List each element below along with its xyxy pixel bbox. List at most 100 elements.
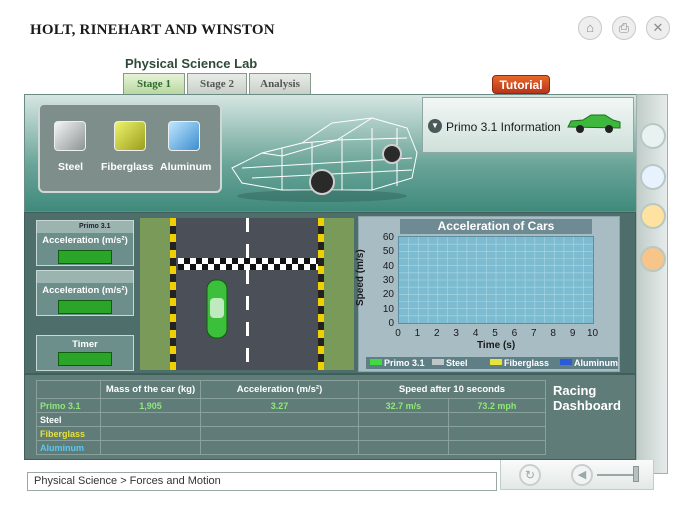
tools-rail: [636, 94, 668, 474]
timer-card: Timer: [36, 335, 134, 371]
breadcrumb: Physical Science > Forces and Motion: [27, 472, 497, 491]
header-acceleration: Acceleration (m/s²): [200, 380, 359, 399]
table-cell: [447, 412, 547, 427]
legend-swatch: [370, 359, 382, 365]
y-tick-label: 40: [382, 260, 394, 272]
x-tick-label: 0: [395, 328, 401, 339]
chart-title: Acceleration of Cars: [400, 219, 592, 234]
results-table: Mass of the car (kg) Acceleration (m/s²)…: [36, 380, 547, 455]
legend-swatch: [560, 359, 572, 365]
table-cell: [358, 440, 449, 455]
speaker-icon[interactable]: ◀: [571, 464, 593, 486]
table-cell: [200, 440, 359, 455]
table-cell: 32.7 m/s: [358, 398, 449, 413]
star-burst-icon[interactable]: [640, 203, 666, 229]
tutorial-button[interactable]: Tutorial: [492, 75, 550, 94]
x-tick-label: 8: [550, 328, 556, 339]
acceleration-label-2: Acceleration (m/s²): [42, 285, 128, 296]
table-cell: [200, 412, 359, 427]
green-car-icon: [567, 114, 621, 133]
publisher-logo: HOLT, RINEHART AND WINSTON: [30, 22, 275, 38]
x-tick-label: 7: [531, 328, 537, 339]
globe-book-icon[interactable]: [640, 164, 666, 190]
primo-acceleration-card: Primo 3.1 Acceleration (m/s²): [36, 220, 134, 266]
aluminum-material-button[interactable]: [168, 121, 200, 151]
table-cell: [100, 440, 201, 455]
y-tick-label: 0: [388, 318, 394, 329]
table-cell: 3.27: [200, 398, 359, 413]
legend-label: Steel: [446, 358, 468, 368]
wireframe-car: [231, 117, 418, 202]
replay-icon[interactable]: ↻: [519, 464, 541, 486]
table-cell: [200, 426, 359, 441]
table-cell: Aluminum: [36, 440, 101, 455]
lab-title: Physical Science Lab: [125, 56, 258, 71]
steel-label: Steel: [58, 161, 84, 173]
dashboard-label: Dashboard: [553, 398, 621, 413]
legend-swatch: [490, 359, 502, 365]
volume-slider-track[interactable]: [597, 474, 637, 476]
calculator-icon[interactable]: [640, 246, 666, 272]
comparison-acceleration-card: Acceleration (m/s²): [36, 270, 134, 316]
table-cell: 1,905: [100, 398, 201, 413]
racing-label: Racing: [553, 383, 597, 398]
acceleration-label: Acceleration (m/s²): [42, 235, 128, 246]
car-name: Primo 3.1: [79, 223, 111, 230]
y-tick-label: 20: [382, 289, 394, 301]
y-axis-label: Speed (m/s): [355, 249, 366, 306]
chevron-down-icon[interactable]: ▼: [428, 119, 442, 133]
header-car: [36, 380, 101, 399]
x-tick-label: 5: [492, 328, 498, 339]
pencil-icon[interactable]: [640, 123, 666, 149]
car-info-toggle[interactable]: Primo 3.1 Information: [446, 120, 561, 134]
table-cell: [100, 426, 201, 441]
table-cell: 73.2 mph: [447, 398, 547, 413]
x-tick-label: 6: [511, 328, 518, 339]
legend-item: Primo 3.1: [370, 357, 425, 369]
table-cell: Steel: [36, 412, 101, 427]
legend-item: Steel: [432, 357, 468, 369]
header-speed: Speed after 10 seconds: [358, 380, 546, 399]
x-tick-label: 10: [587, 328, 599, 339]
green-race-car: [206, 279, 228, 339]
x-axis-label: Time (s): [477, 340, 516, 351]
legend-swatch: [432, 359, 444, 365]
fiberglass-label: Fiberglass: [101, 161, 154, 173]
timer-display: [58, 352, 112, 366]
acceleration-display-2: [58, 300, 112, 314]
y-tick-label: 30: [382, 275, 394, 286]
chart-plot-area: [398, 236, 594, 324]
header-mass: Mass of the car (kg): [100, 380, 201, 399]
close-icon[interactable]: ✕: [646, 16, 670, 40]
legend-label: Aluminum: [574, 358, 618, 368]
table-cell: Fiberglass: [36, 426, 101, 441]
race-track: [140, 218, 354, 370]
print-icon[interactable]: ⎙: [612, 16, 636, 40]
table-cell: [358, 412, 449, 427]
aluminum-label: Aluminum: [160, 161, 212, 173]
tab-stage-2[interactable]: Stage 2: [187, 73, 247, 94]
tab-analysis[interactable]: Analysis: [249, 73, 311, 94]
table-row: Steel: [36, 412, 547, 427]
table-cell: [447, 426, 547, 441]
volume-slider-handle[interactable]: [633, 466, 639, 482]
table-cell: [358, 426, 449, 441]
legend-item: Aluminum: [560, 357, 618, 369]
table-row: Primo 3.1 1,905 3.27 32.7 m/s 73.2 mph: [36, 398, 547, 413]
fiberglass-material-button[interactable]: [114, 121, 146, 151]
legend-label: Primo 3.1: [384, 358, 425, 368]
tab-stage-1[interactable]: Stage 1: [123, 73, 185, 94]
bottom-controls: ↻ ◀: [500, 460, 654, 490]
acceleration-display: [58, 250, 112, 264]
racing-dashboard-label: Racing Dashboard: [553, 383, 621, 413]
table-cell: Primo 3.1: [36, 398, 101, 413]
legend-item: Fiberglass: [490, 357, 549, 369]
x-tick-label: 9: [569, 328, 576, 339]
home-icon[interactable]: ⌂: [578, 16, 602, 40]
x-tick-label: 2: [434, 328, 440, 339]
y-tick-label: 50: [382, 246, 394, 258]
lane-divider: [246, 218, 249, 370]
table-row: Aluminum: [36, 440, 547, 455]
x-tick-label: 3: [453, 328, 459, 339]
steel-material-button[interactable]: [54, 121, 86, 151]
